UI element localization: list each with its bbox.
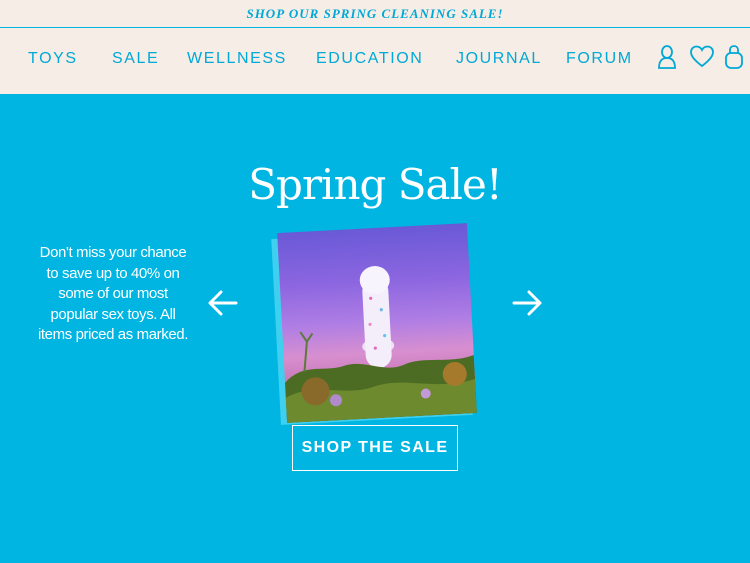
account-icon[interactable] (655, 44, 679, 70)
prev-arrow-icon[interactable] (206, 286, 240, 320)
hero-description: Don't miss your chance to save up to 40%… (37, 244, 189, 344)
announcement-text[interactable]: SHOP OUR SPRING CLEANING SALE! (246, 6, 503, 22)
nav-item-education[interactable]: EDUCATION (316, 50, 423, 68)
product-image[interactable] (270, 222, 480, 425)
nav-item-journal[interactable]: JOURNAL (456, 50, 542, 68)
announcement-bar[interactable]: SHOP OUR SPRING CLEANING SALE! (0, 0, 750, 28)
next-arrow-icon[interactable] (510, 286, 544, 320)
nav-item-sale[interactable]: SALE (112, 50, 159, 68)
product-photo (277, 223, 477, 423)
main-nav: TOYS SALE WELLNESS EDUCATION JOURNAL FOR… (0, 28, 750, 94)
heart-icon[interactable] (689, 44, 715, 70)
nav-item-wellness[interactable]: WELLNESS (187, 50, 287, 68)
nav-item-toys[interactable]: TOYS (28, 50, 78, 68)
bag-icon[interactable] (724, 44, 744, 70)
nav-item-forum[interactable]: FORUM (566, 50, 633, 68)
shop-the-sale-button[interactable]: SHOP THE SALE (292, 425, 458, 471)
hero-title: Spring Sale! (248, 160, 502, 209)
